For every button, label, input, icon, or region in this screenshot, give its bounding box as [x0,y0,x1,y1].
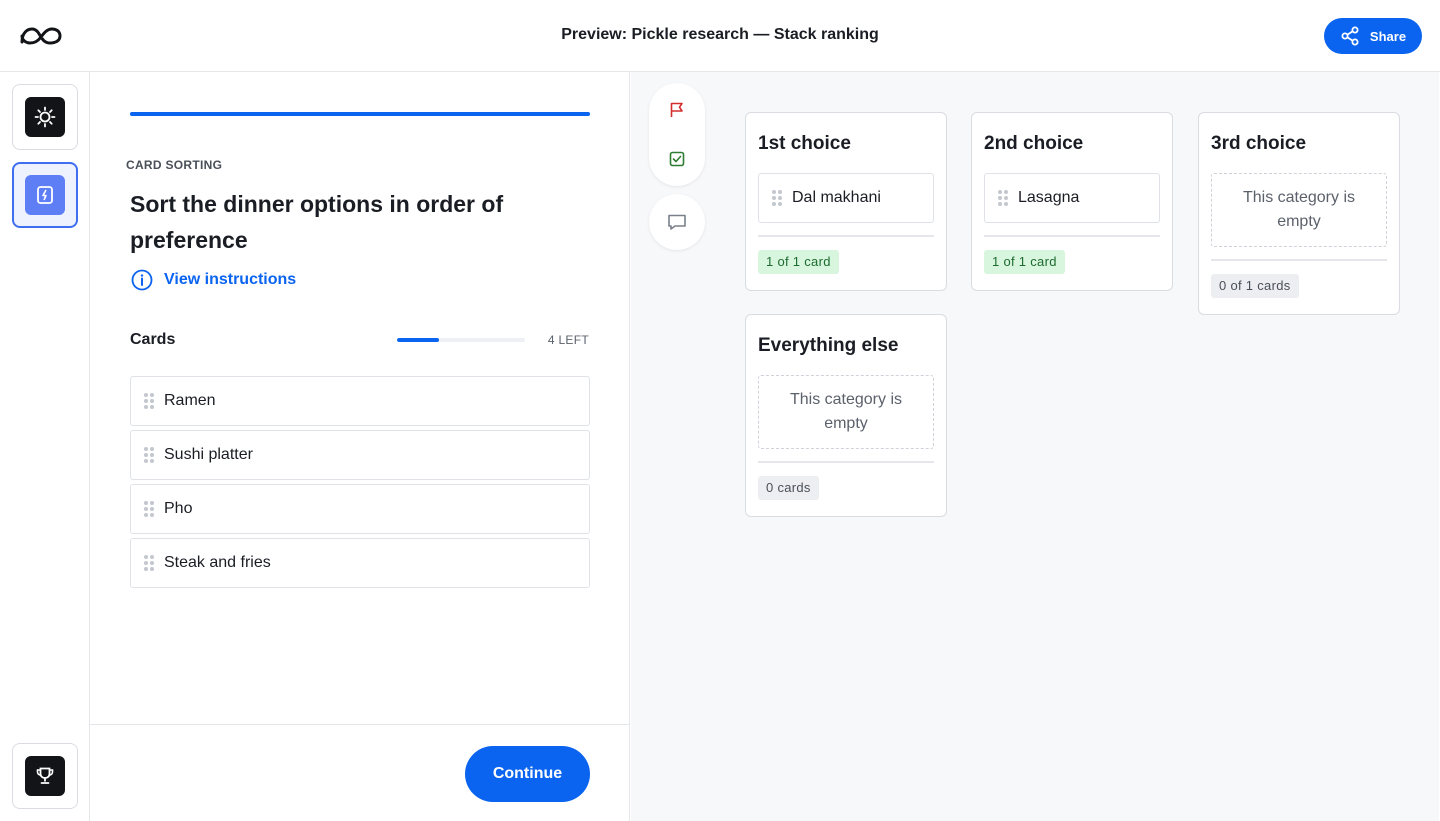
continue-button[interactable]: Continue [465,746,590,802]
sortable-card-steak-and-fries[interactable]: Steak and fries [130,538,590,588]
drag-handle-icon[interactable] [144,555,154,571]
task-eyebrow: CARD SORTING [126,158,223,172]
cards-progress-fill [397,338,440,342]
rail-item-welcome-badge [25,97,65,137]
top-header: Preview: Pickle research — Stack ranking… [0,0,1440,72]
category-1st-choice[interactable]: 1st choice Dal makhani 1 of 1 card [745,112,947,291]
task-footer: Continue [90,724,630,821]
drag-handle-icon[interactable] [772,190,782,206]
sun-gear-icon [34,106,56,128]
share-button[interactable]: Share [1324,18,1422,54]
rail-item-card-sort[interactable] [12,162,78,228]
placed-card-lasagna[interactable]: Lasagna [984,173,1160,223]
task-progress-bar [130,112,590,116]
cards-heading: Cards [130,331,176,348]
drag-handle-icon[interactable] [998,190,1008,206]
page-title: Preview: Pickle research — Stack ranking [561,26,879,43]
card-label: Steak and fries [164,554,271,571]
checkbox-icon [669,151,685,167]
task-panel: CARD SORTING Sort the dinner options in … [90,72,630,821]
category-title: Everything else [758,335,899,356]
category-count-badge: 1 of 1 card [984,250,1065,274]
category-empty-dropzone[interactable]: This category is empty [1211,173,1387,247]
drag-handle-icon[interactable] [144,501,154,517]
card-sort-icon [37,186,53,204]
category-divider [758,461,934,463]
sortable-card-sushi-platter[interactable]: Sushi platter [130,430,590,480]
category-divider [758,235,934,237]
cards-progress-track [397,338,525,342]
review-tools [649,83,705,186]
card-label: Ramen [164,392,216,409]
card-label: Pho [164,500,193,517]
card-label: Dal makhani [792,189,881,206]
category-title: 1st choice [758,133,851,154]
category-divider [984,235,1160,237]
rail-item-card-sort-badge [25,175,65,215]
placed-card-dal-makhani[interactable]: Dal makhani [758,173,934,223]
category-count-badge: 0 of 1 cards [1211,274,1299,298]
category-2nd-choice[interactable]: 2nd choice Lasagna 1 of 1 card [971,112,1173,291]
view-instructions-link[interactable]: View instructions [130,268,296,292]
sortable-card-ramen[interactable]: Ramen [130,376,590,426]
card-list: Ramen Sushi platter Pho Steak and fries [130,376,590,592]
cards-left-count: 4 LEFT [547,333,589,347]
check-tool[interactable] [665,147,689,171]
comment-tool[interactable] [649,194,705,250]
drag-handle-icon[interactable] [144,393,154,409]
share-button-label: Share [1369,28,1407,44]
card-label: Lasagna [1018,189,1080,206]
share-icon [1341,26,1359,46]
comment-icon [668,214,686,230]
category-title: 3rd choice [1211,133,1307,154]
category-title: 2nd choice [984,133,1084,154]
card-label: Sushi platter [164,446,253,463]
sortable-card-pho[interactable]: Pho [130,484,590,534]
category-empty-dropzone[interactable]: This category is empty [758,375,934,449]
flag-tool[interactable] [665,98,689,122]
rail-item-finish-badge [25,756,65,796]
rail-item-finish[interactable] [12,743,78,809]
category-3rd-choice[interactable]: 3rd choice This category is empty 0 of 1… [1198,112,1400,315]
category-divider [1211,259,1387,261]
info-icon [131,269,153,291]
category-everything-else[interactable]: Everything else This category is empty 0… [745,314,947,517]
flag-icon [670,102,683,117]
task-title: Sort the dinner options in order of pref… [130,191,504,253]
left-rail [0,72,90,821]
category-count-badge: 0 cards [758,476,819,500]
view-instructions-label: View instructions [164,271,297,288]
category-count-badge: 1 of 1 card [758,250,839,274]
drag-handle-icon[interactable] [144,447,154,463]
rail-item-welcome[interactable] [12,84,78,150]
sorting-board: 1st choice Dal makhani 1 of 1 card 2nd c… [631,72,1439,821]
trophy-icon [36,767,54,784]
